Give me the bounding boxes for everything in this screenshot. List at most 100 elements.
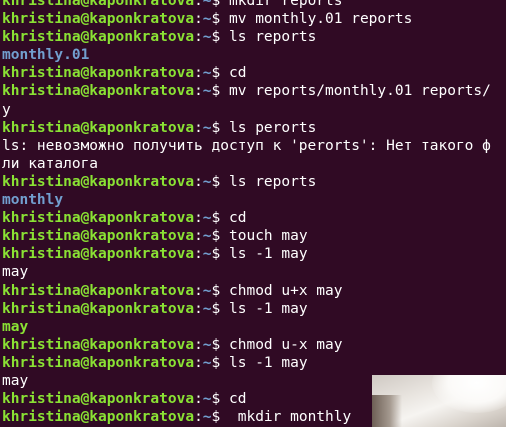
prompt-user: khristina@kaponkratova: [2, 119, 195, 136]
prompt-symbol: $: [211, 300, 229, 317]
prompt-symbol: $: [211, 0, 229, 9]
terminal-line: khristina@kaponkratova:~$ mv reports/mon…: [2, 82, 506, 100]
terminal-line: khristina@kaponkratova:~$ ls -1 may: [2, 300, 506, 318]
prompt-path: ~: [202, 409, 212, 426]
prompt-separator: :: [194, 228, 203, 245]
prompt-separator: :: [194, 173, 203, 190]
photo-overlay: [372, 375, 506, 427]
light-glare: [432, 375, 506, 413]
terminal-line: khristina@kaponkratova:~$ cd: [2, 64, 506, 82]
file-listing-entry: may: [2, 264, 29, 281]
prompt-symbol: $: [211, 246, 229, 263]
prompt-symbol: $: [211, 29, 229, 46]
command-text: ls reports: [229, 29, 317, 46]
prompt-separator: :: [194, 119, 203, 136]
prompt-symbol: $: [211, 282, 229, 299]
prompt-separator: :: [194, 0, 203, 9]
prompt-user: khristina@kaponkratova: [2, 29, 195, 46]
terminal-line: khristina@kaponkratova:~$ touch may: [2, 227, 506, 245]
prompt-symbol: $: [211, 228, 229, 245]
command-text: mv monthly.01 reports: [229, 11, 413, 28]
file-listing-entry: may: [2, 372, 29, 389]
prompt-path: ~: [202, 300, 212, 317]
prompt-symbol: $: [211, 409, 229, 426]
terminal-line: khristina@kaponkratova:~$ ls perorts: [2, 119, 506, 137]
terminal-line: khristina@kaponkratova:~$ cd: [2, 209, 506, 227]
prompt-path: ~: [202, 65, 212, 82]
prompt-path: ~: [202, 210, 212, 227]
terminal-line: khristina@kaponkratova:~$ ls reports: [2, 28, 506, 46]
prompt-user: khristina@kaponkratova: [2, 65, 195, 82]
command-text: chmod u+x may: [229, 282, 343, 299]
prompt-symbol: $: [211, 354, 229, 371]
directory-listing-entry: monthly.01: [2, 47, 90, 64]
executable-listing-entry: may: [2, 318, 29, 335]
terminal-output[interactable]: khristina@kaponkratova:~$ mkdir reports …: [2, 0, 506, 426]
prompt-user: khristina@kaponkratova: [2, 336, 195, 353]
prompt-symbol: $: [211, 83, 229, 100]
terminal-line: monthly: [2, 191, 506, 209]
prompt-separator: :: [194, 282, 203, 299]
command-text: cd: [229, 65, 247, 82]
terminal-line: khristina@kaponkratova:~$ ls -1 may: [2, 245, 506, 263]
terminal-line: khristina@kaponkratova:~$ chmod u-x may: [2, 336, 506, 354]
prompt-symbol: $: [211, 210, 229, 227]
prompt-path: ~: [202, 173, 212, 190]
prompt-separator: :: [194, 210, 203, 227]
prompt-path: ~: [202, 336, 212, 353]
prompt-user: khristina@kaponkratova: [2, 210, 195, 227]
prompt-separator: :: [194, 11, 203, 28]
command-text: touch may: [229, 228, 308, 245]
terminal-line: khristina@kaponkratova:~$ mkdir reports: [2, 0, 506, 10]
prompt-user: khristina@kaponkratova: [2, 173, 195, 190]
prompt-symbol: $: [211, 391, 229, 408]
prompt-user: khristina@kaponkratova: [2, 354, 195, 371]
prompt-separator: :: [194, 29, 203, 46]
prompt-user: khristina@kaponkratova: [2, 0, 195, 9]
prompt-path: ~: [202, 83, 212, 100]
error-output: ls: невозможно получить доступ к 'perort…: [2, 137, 491, 154]
prompt-user: khristina@kaponkratova: [2, 282, 195, 299]
prompt-symbol: $: [211, 173, 229, 190]
terminal-line: y: [2, 101, 506, 119]
terminal-line: may: [2, 263, 506, 281]
terminal-line: khristina@kaponkratova:~$ ls reports: [2, 173, 506, 191]
terminal-line: ls: невозможно получить доступ к 'perort…: [2, 137, 506, 155]
prompt-path: ~: [202, 29, 212, 46]
prompt-user: khristina@kaponkratova: [2, 409, 195, 426]
prompt-separator: :: [194, 336, 203, 353]
prompt-separator: :: [194, 246, 203, 263]
error-output: ли каталога: [2, 155, 99, 172]
command-text: ls perorts: [229, 119, 317, 136]
terminal-line: khristina@kaponkratova:~$ mv monthly.01 …: [2, 10, 506, 28]
prompt-symbol: $: [211, 336, 229, 353]
prompt-symbol: $: [211, 65, 229, 82]
command-text: ls -1 may: [229, 300, 308, 317]
command-text: ls -1 may: [229, 354, 308, 371]
command-text: cd: [229, 391, 247, 408]
prompt-user: khristina@kaponkratova: [2, 300, 195, 317]
prompt-separator: :: [194, 65, 203, 82]
prompt-separator: :: [194, 391, 203, 408]
prompt-path: ~: [202, 119, 212, 136]
terminal-line: khristina@kaponkratova:~$ chmod u+x may: [2, 282, 506, 300]
terminal-line: monthly.01: [2, 46, 506, 64]
prompt-path: ~: [202, 11, 212, 28]
prompt-path: ~: [202, 354, 212, 371]
command-text: chmod u-x may: [229, 336, 343, 353]
prompt-separator: :: [194, 300, 203, 317]
prompt-separator: :: [194, 409, 203, 426]
command-output: y: [2, 101, 11, 118]
command-text: mkdir monthly: [229, 409, 352, 426]
command-text: ls reports: [229, 173, 317, 190]
prompt-path: ~: [202, 391, 212, 408]
command-text: cd: [229, 210, 247, 227]
command-text: ls -1 may: [229, 246, 308, 263]
terminal-line: may: [2, 318, 506, 336]
prompt-path: ~: [202, 0, 212, 9]
prompt-path: ~: [202, 282, 212, 299]
terminal-line: ли каталога: [2, 155, 506, 173]
prompt-separator: :: [194, 83, 203, 100]
prompt-separator: :: [194, 354, 203, 371]
photo-shadow: [372, 395, 402, 427]
